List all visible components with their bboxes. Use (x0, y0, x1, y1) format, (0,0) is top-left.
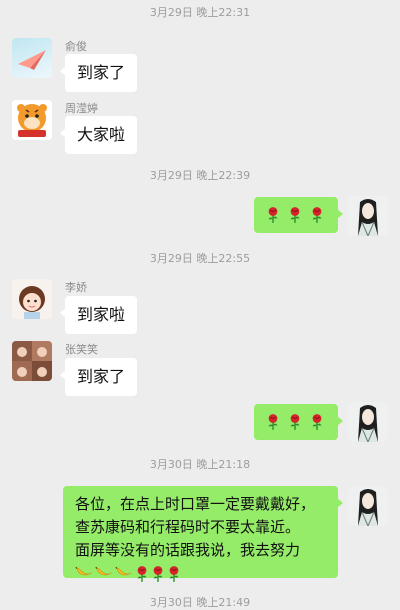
tiger-icon (12, 100, 52, 140)
rose-icon (135, 565, 149, 583)
message-text: 到家啦 (77, 305, 126, 324)
message-bubble-outgoing[interactable] (254, 404, 343, 440)
banana-icon (75, 565, 93, 581)
banana-icon (115, 565, 133, 581)
sender-name: 李娇 (65, 281, 87, 294)
avatar-self[interactable] (348, 196, 388, 236)
message-bubble-outgoing[interactable]: 各位，在点上时口罩一定要戴戴好， 查苏康码和行程码时不要太靠近。 面屏等没有的话… (63, 486, 343, 578)
photo-collage-icon (12, 341, 52, 381)
avatar-yujun[interactable] (12, 38, 52, 78)
ink-figure-icon (348, 196, 388, 236)
avatar-lijiao[interactable] (12, 279, 52, 319)
timestamp: 3月29日 晚上22:31 (149, 6, 251, 19)
timestamp: 3月29日 晚上22:55 (149, 252, 251, 265)
message-line: 面屏等没有的话跟我说，我去努力 (75, 541, 301, 559)
avatar-zhangxiaoxiao[interactable] (12, 341, 52, 381)
message-text: 大家啦 (77, 125, 126, 144)
avatar-zhouyingting[interactable] (12, 100, 52, 140)
emoji-row (75, 565, 181, 583)
rose-icon (310, 206, 324, 224)
ink-figure-icon (348, 486, 388, 526)
message-line: 各位，在点上时口罩一定要戴戴好， (75, 495, 316, 513)
rose-icon (288, 413, 302, 431)
ink-figure-icon (348, 402, 388, 442)
timestamp: 3月30日 晚上21:49 (149, 596, 251, 609)
message-bubble-outgoing[interactable] (254, 197, 343, 233)
rose-icon (310, 413, 324, 431)
avatar-self[interactable] (348, 486, 388, 526)
cartoon-girl-icon (12, 279, 52, 319)
banana-icon (95, 565, 113, 581)
rose-icon (167, 565, 181, 583)
sender-name: 张笑笑 (65, 343, 98, 356)
message-bubble[interactable]: 到家了 (59, 54, 138, 92)
sender-name: 俞俊 (65, 40, 87, 53)
message-bubble[interactable]: 到家啦 (59, 296, 138, 334)
message-text: 到家了 (77, 367, 126, 386)
rose-icon (266, 206, 280, 224)
sender-name: 周滢婷 (65, 102, 98, 115)
avatar-self[interactable] (348, 402, 388, 442)
message-bubble[interactable]: 到家了 (59, 358, 138, 396)
message-bubble[interactable]: 大家啦 (59, 116, 138, 154)
message-line: 查苏康码和行程码时不要太靠近。 (75, 518, 301, 536)
timestamp: 3月30日 晚上21:18 (149, 458, 251, 471)
message-text: 到家了 (77, 63, 126, 82)
paper-plane-icon (18, 50, 46, 70)
rose-icon (266, 413, 280, 431)
timestamp: 3月29日 晚上22:39 (149, 169, 251, 182)
rose-icon (151, 565, 165, 583)
rose-icon (288, 206, 302, 224)
